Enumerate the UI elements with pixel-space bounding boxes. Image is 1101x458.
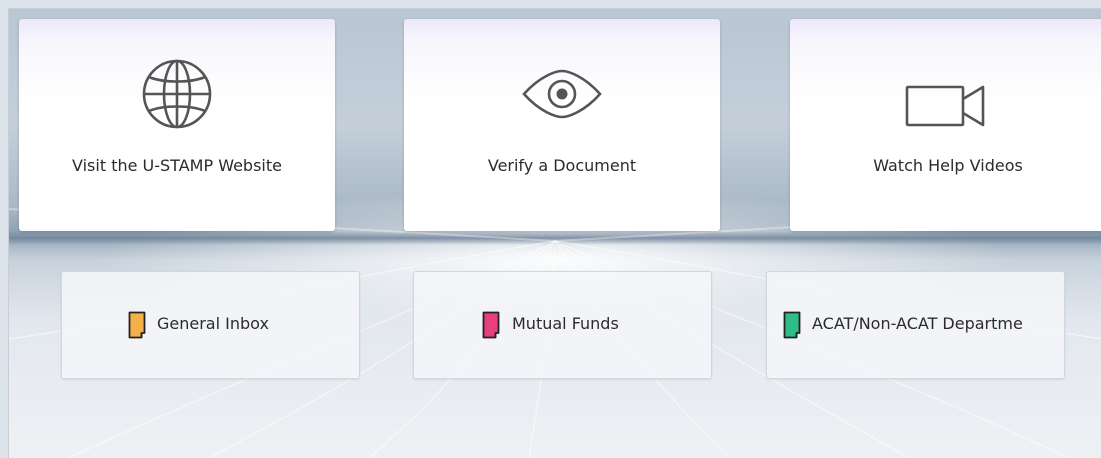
- dashboard-panel: Visit the U-STAMP Website Verify a Docum…: [8, 8, 1101, 458]
- help-videos-label: Watch Help Videos: [873, 156, 1023, 175]
- document-icon: [783, 311, 801, 339]
- mutual-funds-label: Mutual Funds: [512, 314, 619, 333]
- acat-department-tile[interactable]: ACAT/Non-ACAT Departme: [766, 271, 1065, 379]
- verify-document-tile[interactable]: Verify a Document: [404, 19, 720, 231]
- acat-department-label: ACAT/Non-ACAT Departme: [812, 314, 1023, 333]
- eye-icon: [404, 59, 720, 129]
- video-camera-icon: [790, 71, 1101, 141]
- document-icon: [128, 311, 146, 339]
- mutual-funds-tile[interactable]: Mutual Funds: [413, 271, 712, 379]
- general-inbox-tile[interactable]: General Inbox: [61, 271, 360, 379]
- visit-website-tile[interactable]: Visit the U-STAMP Website: [19, 19, 335, 231]
- help-videos-tile[interactable]: Watch Help Videos: [790, 19, 1101, 231]
- visit-website-label: Visit the U-STAMP Website: [72, 156, 282, 175]
- globe-icon: [19, 59, 335, 129]
- document-icon: [482, 311, 500, 339]
- verify-document-label: Verify a Document: [487, 156, 637, 175]
- general-inbox-label: General Inbox: [157, 314, 269, 333]
